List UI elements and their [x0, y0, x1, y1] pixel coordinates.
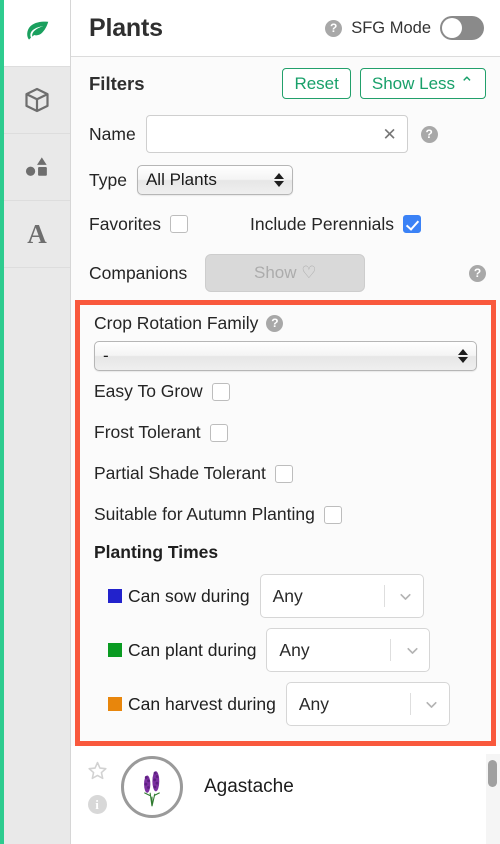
- plant-results-list: i Agastache: [71, 746, 500, 828]
- select-separator: [409, 693, 411, 715]
- include-perennials-label: Include Perennials: [249, 213, 394, 234]
- frost-tolerant-checkbox[interactable]: [209, 423, 228, 442]
- sfg-mode-toggle[interactable]: [440, 16, 484, 40]
- search-input[interactable]: [156, 125, 377, 143]
- name-help-icon[interactable]: ?: [420, 125, 438, 143]
- can-sow-label: Can sow during: [128, 585, 250, 606]
- partial-shade-tolerant-label: Partial Shade Tolerant: [94, 463, 266, 483]
- companions-label: Companions: [89, 262, 188, 283]
- sidebar-item-plants[interactable]: [4, 0, 70, 67]
- can-plant-value: Any: [279, 639, 310, 660]
- companions-show-button[interactable]: Show ♡: [205, 254, 366, 292]
- toggle-knob: [442, 18, 462, 38]
- avatar: [121, 756, 183, 818]
- list-item[interactable]: i Agastache: [71, 746, 500, 828]
- filters-actions: Reset Show Less ⌃: [282, 67, 486, 100]
- plant-name: Agastache: [204, 776, 294, 797]
- crop-rotation-family-label-row: Crop Rotation Family ?: [94, 313, 477, 334]
- row-icon-column: i: [79, 760, 115, 814]
- autumn-planting-label: Suitable for Autumn Planting: [94, 504, 315, 524]
- clear-icon[interactable]: ✕: [376, 126, 396, 143]
- can-harvest-label: Can harvest during: [128, 693, 276, 714]
- include-perennials-checkbox[interactable]: [402, 215, 421, 233]
- header-actions: ? SFG Mode: [325, 16, 484, 40]
- can-plant-select[interactable]: Any: [266, 628, 431, 672]
- planting-row-harvest: Can harvest during Any: [94, 677, 477, 731]
- filter-row-autumn-planting: Suitable for Autumn Planting: [94, 494, 477, 535]
- planting-row-plant: Can plant during Any: [94, 623, 477, 677]
- type-select-value: All Plants: [145, 170, 217, 189]
- frost-tolerant-label: Frost Tolerant: [94, 422, 201, 442]
- sidebar-item-shapes[interactable]: [4, 134, 70, 201]
- harvest-color-swatch: [108, 697, 122, 711]
- filter-row-partial-shade-tolerant: Partial Shade Tolerant: [94, 453, 477, 494]
- info-icon[interactable]: i: [87, 795, 107, 814]
- can-harvest-select[interactable]: Any: [285, 682, 450, 726]
- can-sow-select[interactable]: Any: [259, 574, 424, 618]
- favorites-label: Favorites: [89, 213, 161, 234]
- box-icon: [23, 86, 51, 114]
- companions-help-icon[interactable]: ?: [469, 264, 486, 282]
- sfg-help-icon[interactable]: ?: [325, 19, 343, 37]
- chevron-down-icon[interactable]: [419, 696, 445, 713]
- type-select[interactable]: All Plants: [136, 165, 293, 195]
- page-header: Plants ? SFG Mode: [71, 0, 500, 57]
- easy-to-grow-label: Easy To Grow: [94, 381, 203, 401]
- crop-rotation-family-label: Crop Rotation Family: [94, 313, 259, 333]
- sidebar-item-garden[interactable]: [4, 67, 70, 134]
- favorites-checkbox[interactable]: [169, 215, 188, 233]
- stepper-arrows-icon: [458, 349, 468, 363]
- left-sidebar: A: [0, 0, 71, 844]
- leaf-icon: [22, 18, 52, 48]
- filters-bar: Filters Reset Show Less ⌃: [71, 57, 500, 110]
- plant-thumbnail-icon: [144, 771, 160, 807]
- crop-rotation-family-help-icon[interactable]: ?: [266, 315, 284, 332]
- show-less-button[interactable]: Show Less ⌃: [359, 67, 486, 100]
- autumn-planting-checkbox[interactable]: [323, 505, 342, 524]
- name-label: Name: [89, 123, 136, 144]
- planting-row-sow: Can sow during Any: [94, 569, 477, 623]
- can-harvest-value: Any: [298, 693, 330, 714]
- can-plant-label: Can plant during: [128, 639, 257, 660]
- filters-body: Name ✕ ? Type All Plants Favorites Inclu…: [71, 110, 500, 828]
- select-separator: [383, 585, 385, 607]
- crop-rotation-family-value: -: [103, 346, 109, 365]
- advanced-filters-highlight: Crop Rotation Family ? - Easy To Grow Fr…: [75, 300, 496, 746]
- sidebar-item-text[interactable]: A: [4, 201, 70, 268]
- can-sow-value: Any: [272, 585, 303, 606]
- plant-color-swatch: [108, 643, 122, 657]
- text-icon: A: [27, 218, 47, 249]
- select-separator: [390, 639, 392, 661]
- sfg-mode-label: SFG Mode: [351, 18, 431, 37]
- shapes-icon: [22, 152, 52, 182]
- main-panel: Plants ? SFG Mode Filters Reset Show Les…: [71, 0, 500, 844]
- partial-shade-tolerant-checkbox[interactable]: [274, 464, 293, 483]
- app-root: A Plants ? SFG Mode Filters Reset Show L…: [0, 0, 500, 844]
- perennials-group: Include Perennials: [250, 214, 421, 235]
- scrollbar-thumb[interactable]: [488, 760, 497, 787]
- planting-times-heading: Planting Times: [94, 542, 219, 562]
- filter-row-name: Name ✕ ?: [71, 110, 500, 158]
- reset-button[interactable]: Reset: [282, 67, 351, 100]
- filter-row-frost-tolerant: Frost Tolerant: [94, 412, 477, 453]
- filter-row-companions: Companions Show ♡ ?: [71, 246, 500, 300]
- easy-to-grow-checkbox[interactable]: [211, 382, 230, 401]
- chevron-down-icon[interactable]: [393, 588, 419, 605]
- favorite-star-icon[interactable]: [87, 760, 108, 786]
- name-input-wrapper[interactable]: ✕: [145, 115, 408, 153]
- sow-color-swatch: [108, 589, 122, 603]
- chevron-down-icon[interactable]: [399, 642, 425, 659]
- type-label: Type: [89, 169, 127, 190]
- crop-rotation-family-select[interactable]: -: [94, 341, 477, 371]
- page-title: Plants: [89, 13, 163, 42]
- stepper-arrows-icon: [273, 173, 284, 187]
- filter-row-favorites: Favorites Include Perennials: [71, 202, 500, 246]
- filters-heading: Filters: [89, 72, 145, 94]
- filter-row-easy-to-grow: Easy To Grow: [94, 371, 477, 412]
- filter-row-type: Type All Plants: [71, 158, 500, 202]
